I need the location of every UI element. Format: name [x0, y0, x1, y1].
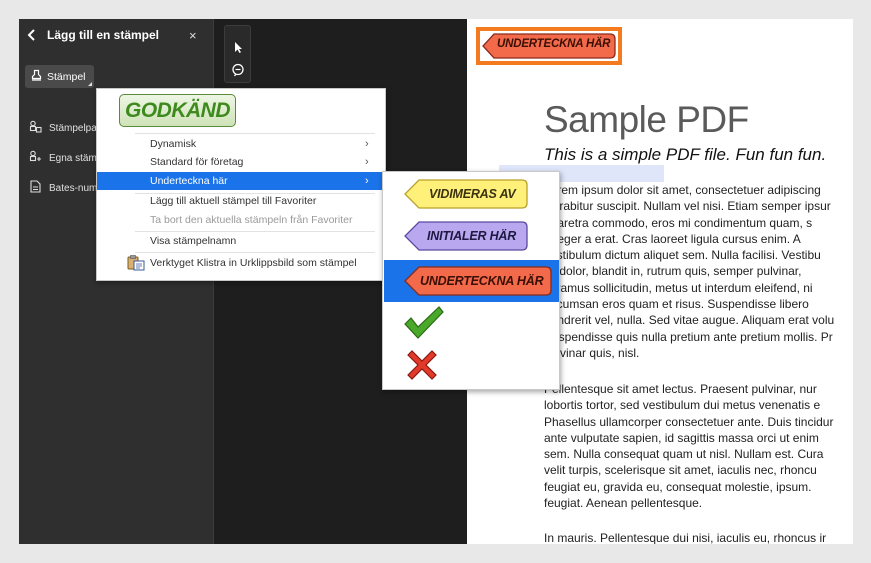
back-chevron-icon[interactable]	[25, 28, 39, 42]
sidebar-item-label: Bates-numr	[49, 182, 101, 194]
menu-item-label: Dynamisk	[150, 138, 197, 150]
sidebar-item-stamp-palette[interactable]: Stämpelpal	[29, 119, 99, 137]
text-line: accumsan eros quam et risus. Suspendisse…	[544, 297, 809, 312]
stamp-button-label: Stämpel	[47, 70, 86, 83]
text-line: Curabitur suscipit. Nullam vel nisi. Eti…	[544, 199, 831, 214]
text-line: Suspendisse quis nulla pretium ante pret…	[544, 329, 833, 344]
pdf-subtitle: This is a simple PDF file. Fun fun fun.	[544, 145, 827, 164]
text-line: pulvinar quis, nisl.	[544, 345, 640, 360]
text-line: Integer a erat. Cras laoreet ligula curs…	[544, 231, 801, 246]
stamp-palette-icon	[29, 120, 42, 136]
sidebar-item-bates-numbering[interactable]: Bates-numr	[29, 179, 101, 197]
text-line: feugiat eu, gravida eu, consequat molest…	[544, 479, 812, 494]
stamp-context-menu: GODKÄND Dynamisk › Standard för företag …	[96, 88, 386, 281]
menu-divider	[135, 252, 375, 253]
text-line: Lorem ipsum dolor sit amet, consectetuer…	[544, 183, 821, 197]
menu-item-standard-business[interactable]: Standard för företag ›	[97, 153, 385, 171]
menu-item-label: Verktyget Klistra in Urklippsbild som st…	[150, 257, 357, 269]
text-line: sit dolor, blandit in, rutrum quis, semp…	[544, 264, 802, 279]
menu-item-show-stamp-names[interactable]: Visa stämpelnamn	[97, 232, 385, 250]
menu-item-remove-favorite: Ta bort den aktuella stämpeln från Favor…	[97, 211, 385, 229]
stamp-label: VIDIMERAS AV	[429, 187, 516, 201]
placed-stamp-label: UNDERTECKNA HÄR	[497, 38, 611, 50]
stamp-underteckna-har[interactable]: UNDERTECKNA HÄR	[403, 265, 553, 297]
text-line: velit turpis, scelerisque sit amet, iacu…	[544, 463, 817, 478]
sidebar-item-label: Egna stämp	[49, 152, 103, 164]
stamp-label: UNDERTECKNA HÄR	[420, 274, 544, 288]
text-line: ante vulputate sapien, id sagittis massa…	[544, 430, 819, 445]
text-line: In mauris. Pellentesque dui nisi, iaculi…	[544, 531, 827, 544]
approved-stamp-preview[interactable]: GODKÄND	[119, 94, 236, 127]
text-line: pharetra commodo, eros mi condimentum qu…	[544, 215, 813, 230]
custom-stamp-icon	[29, 150, 42, 166]
stamp-vidimeras-av[interactable]: VIDIMERAS AV	[403, 178, 529, 210]
stamp-icon	[30, 69, 43, 85]
x-mark-icon[interactable]	[405, 348, 439, 382]
text-line: Pellentesque sit amet lectus. Praesent p…	[544, 382, 817, 396]
stamp-label: INITIALER HÄR	[427, 229, 517, 243]
bates-number-icon	[29, 180, 42, 196]
text-line: feugiat. Aenean pellentesque.	[544, 496, 703, 511]
checkmark-icon[interactable]	[403, 305, 445, 341]
paragraph-3: In mauris. Pellentesque dui nisi, iaculi…	[544, 530, 853, 544]
text-line: sem. Nulla consequat quam ut nisl. Nulla…	[544, 447, 824, 462]
menu-item-add-favorite[interactable]: Lägg till aktuell stämpel till Favoriter	[97, 192, 385, 210]
text-line: lobortis tortor, sed vestibulum dui metu…	[544, 398, 821, 413]
sidebar-item-label: Stämpelpal	[49, 122, 100, 134]
menu-item-label: Lägg till aktuell stämpel till Favoriter	[150, 195, 317, 207]
dropdown-corner-icon	[87, 82, 92, 86]
paste-clipboard-icon	[127, 255, 145, 271]
submenu-arrow-icon: ›	[365, 175, 369, 187]
text-line: Vivamus sollicitudin, metus ut interdum …	[544, 280, 813, 295]
stamp-dropdown-button[interactable]: Stämpel	[25, 65, 94, 88]
sidebar-item-custom-stamps[interactable]: Egna stämp	[29, 149, 102, 167]
sign-here-submenu: VIDIMERAS AV INITIALER HÄR UNDERTECKNA H…	[382, 171, 560, 390]
paragraph-1: Lorem ipsum dolor sit amet, consectetuer…	[544, 182, 853, 361]
text-line: vestibulum dictum aliquet sem. Nulla fac…	[544, 248, 821, 263]
close-icon[interactable]: ×	[189, 28, 197, 43]
text-line: hendrerit vel, nulla. Sed vitae augue. A…	[544, 313, 835, 328]
comment-icon[interactable]	[230, 62, 246, 78]
panel-header: Lägg till en stämpel ×	[19, 19, 213, 51]
menu-item-label: Visa stämpelnamn	[150, 235, 237, 247]
panel-title: Lägg till en stämpel	[47, 28, 160, 42]
submenu-arrow-icon: ›	[365, 138, 369, 150]
submenu-arrow-icon: ›	[365, 156, 369, 168]
text-line: Phasellus ullamcorper consectetuer ante.…	[544, 414, 834, 429]
menu-item-label: Ta bort den aktuella stämpeln från Favor…	[150, 214, 353, 226]
select-arrow-icon[interactable]	[230, 39, 246, 55]
placed-stamp-selection[interactable]: UNDERTECKNA HÄR	[476, 27, 622, 65]
paragraph-2: Pellentesque sit amet lectus. Praesent p…	[544, 381, 853, 511]
menu-item-paste-clipboard-stamp[interactable]: Verktyget Klistra in Urklippsbild som st…	[97, 254, 385, 272]
stamp-initialer-har[interactable]: INITIALER HÄR	[403, 220, 529, 252]
menu-divider	[135, 133, 375, 134]
menu-item-label: Underteckna här	[150, 175, 228, 187]
tool-rail	[224, 25, 251, 83]
menu-item-sign-here[interactable]: Underteckna här ›	[97, 172, 385, 190]
pdf-title: Sample PDF	[544, 99, 749, 140]
menu-item-dynamic[interactable]: Dynamisk ›	[97, 135, 385, 153]
menu-item-label: Standard för företag	[150, 156, 244, 168]
